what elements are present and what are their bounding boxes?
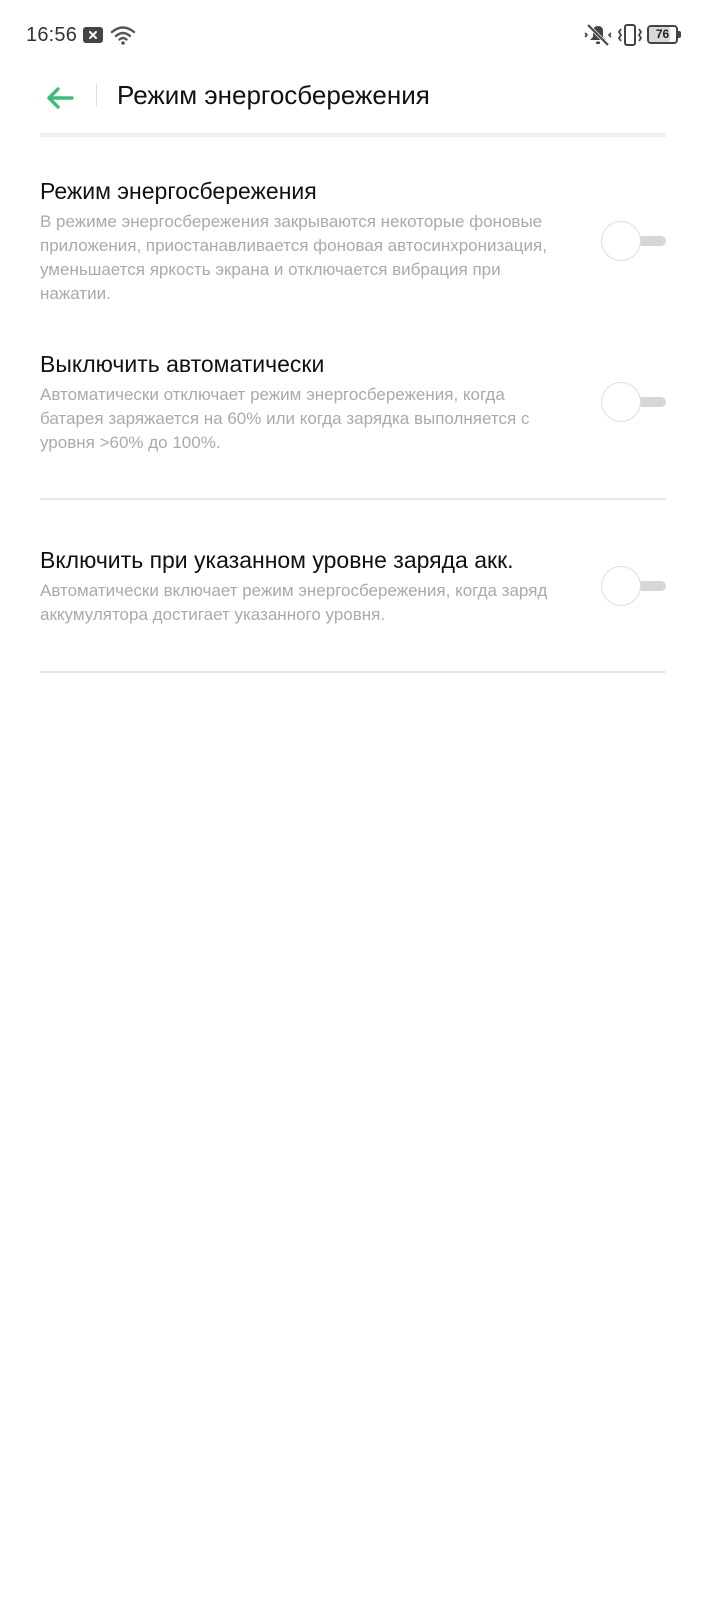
battery-level: 76 <box>655 27 670 41</box>
battery-icon: 76 <box>647 25 681 44</box>
setting-title: Режим энергосбережения <box>40 178 317 204</box>
section-divider <box>40 498 666 500</box>
setting-description: Автоматически включает режим энергосбере… <box>40 581 548 624</box>
setting-enable-at-battery-level: Включить при указанном уровне заряда акк… <box>40 545 666 627</box>
setting-description: В режиме энергосбережения закрываются не… <box>40 212 547 303</box>
toggle-power-saving-mode[interactable] <box>600 221 666 261</box>
setting-description: Автоматически отключает режим энергосбер… <box>40 385 530 452</box>
wifi-icon <box>110 26 136 45</box>
setting-power-saving-mode: Режим энергосбережения В режиме энергосб… <box>40 176 666 306</box>
toggle-enable-at-battery-level[interactable] <box>600 566 666 606</box>
notification-x-icon <box>83 27 103 43</box>
setting-title: Включить при указанном уровне заряда акк… <box>40 547 514 573</box>
setting-auto-turn-off: Выключить автоматически Автоматически от… <box>40 349 666 455</box>
status-time: 16:56 <box>26 24 78 46</box>
status-bar: 16:56 76 <box>0 0 720 70</box>
header-divider <box>96 84 97 106</box>
mute-icon <box>584 23 612 47</box>
section-divider <box>40 671 666 673</box>
toggle-auto-turn-off[interactable] <box>600 382 666 422</box>
back-button[interactable] <box>38 76 82 120</box>
header-separator <box>40 133 666 137</box>
arrow-left-icon <box>47 87 74 109</box>
vibrate-icon <box>617 24 643 46</box>
app-header: Режим энергосбережения <box>0 70 720 132</box>
page-title: Режим энергосбережения <box>117 80 430 110</box>
setting-title: Выключить автоматически <box>40 351 325 377</box>
